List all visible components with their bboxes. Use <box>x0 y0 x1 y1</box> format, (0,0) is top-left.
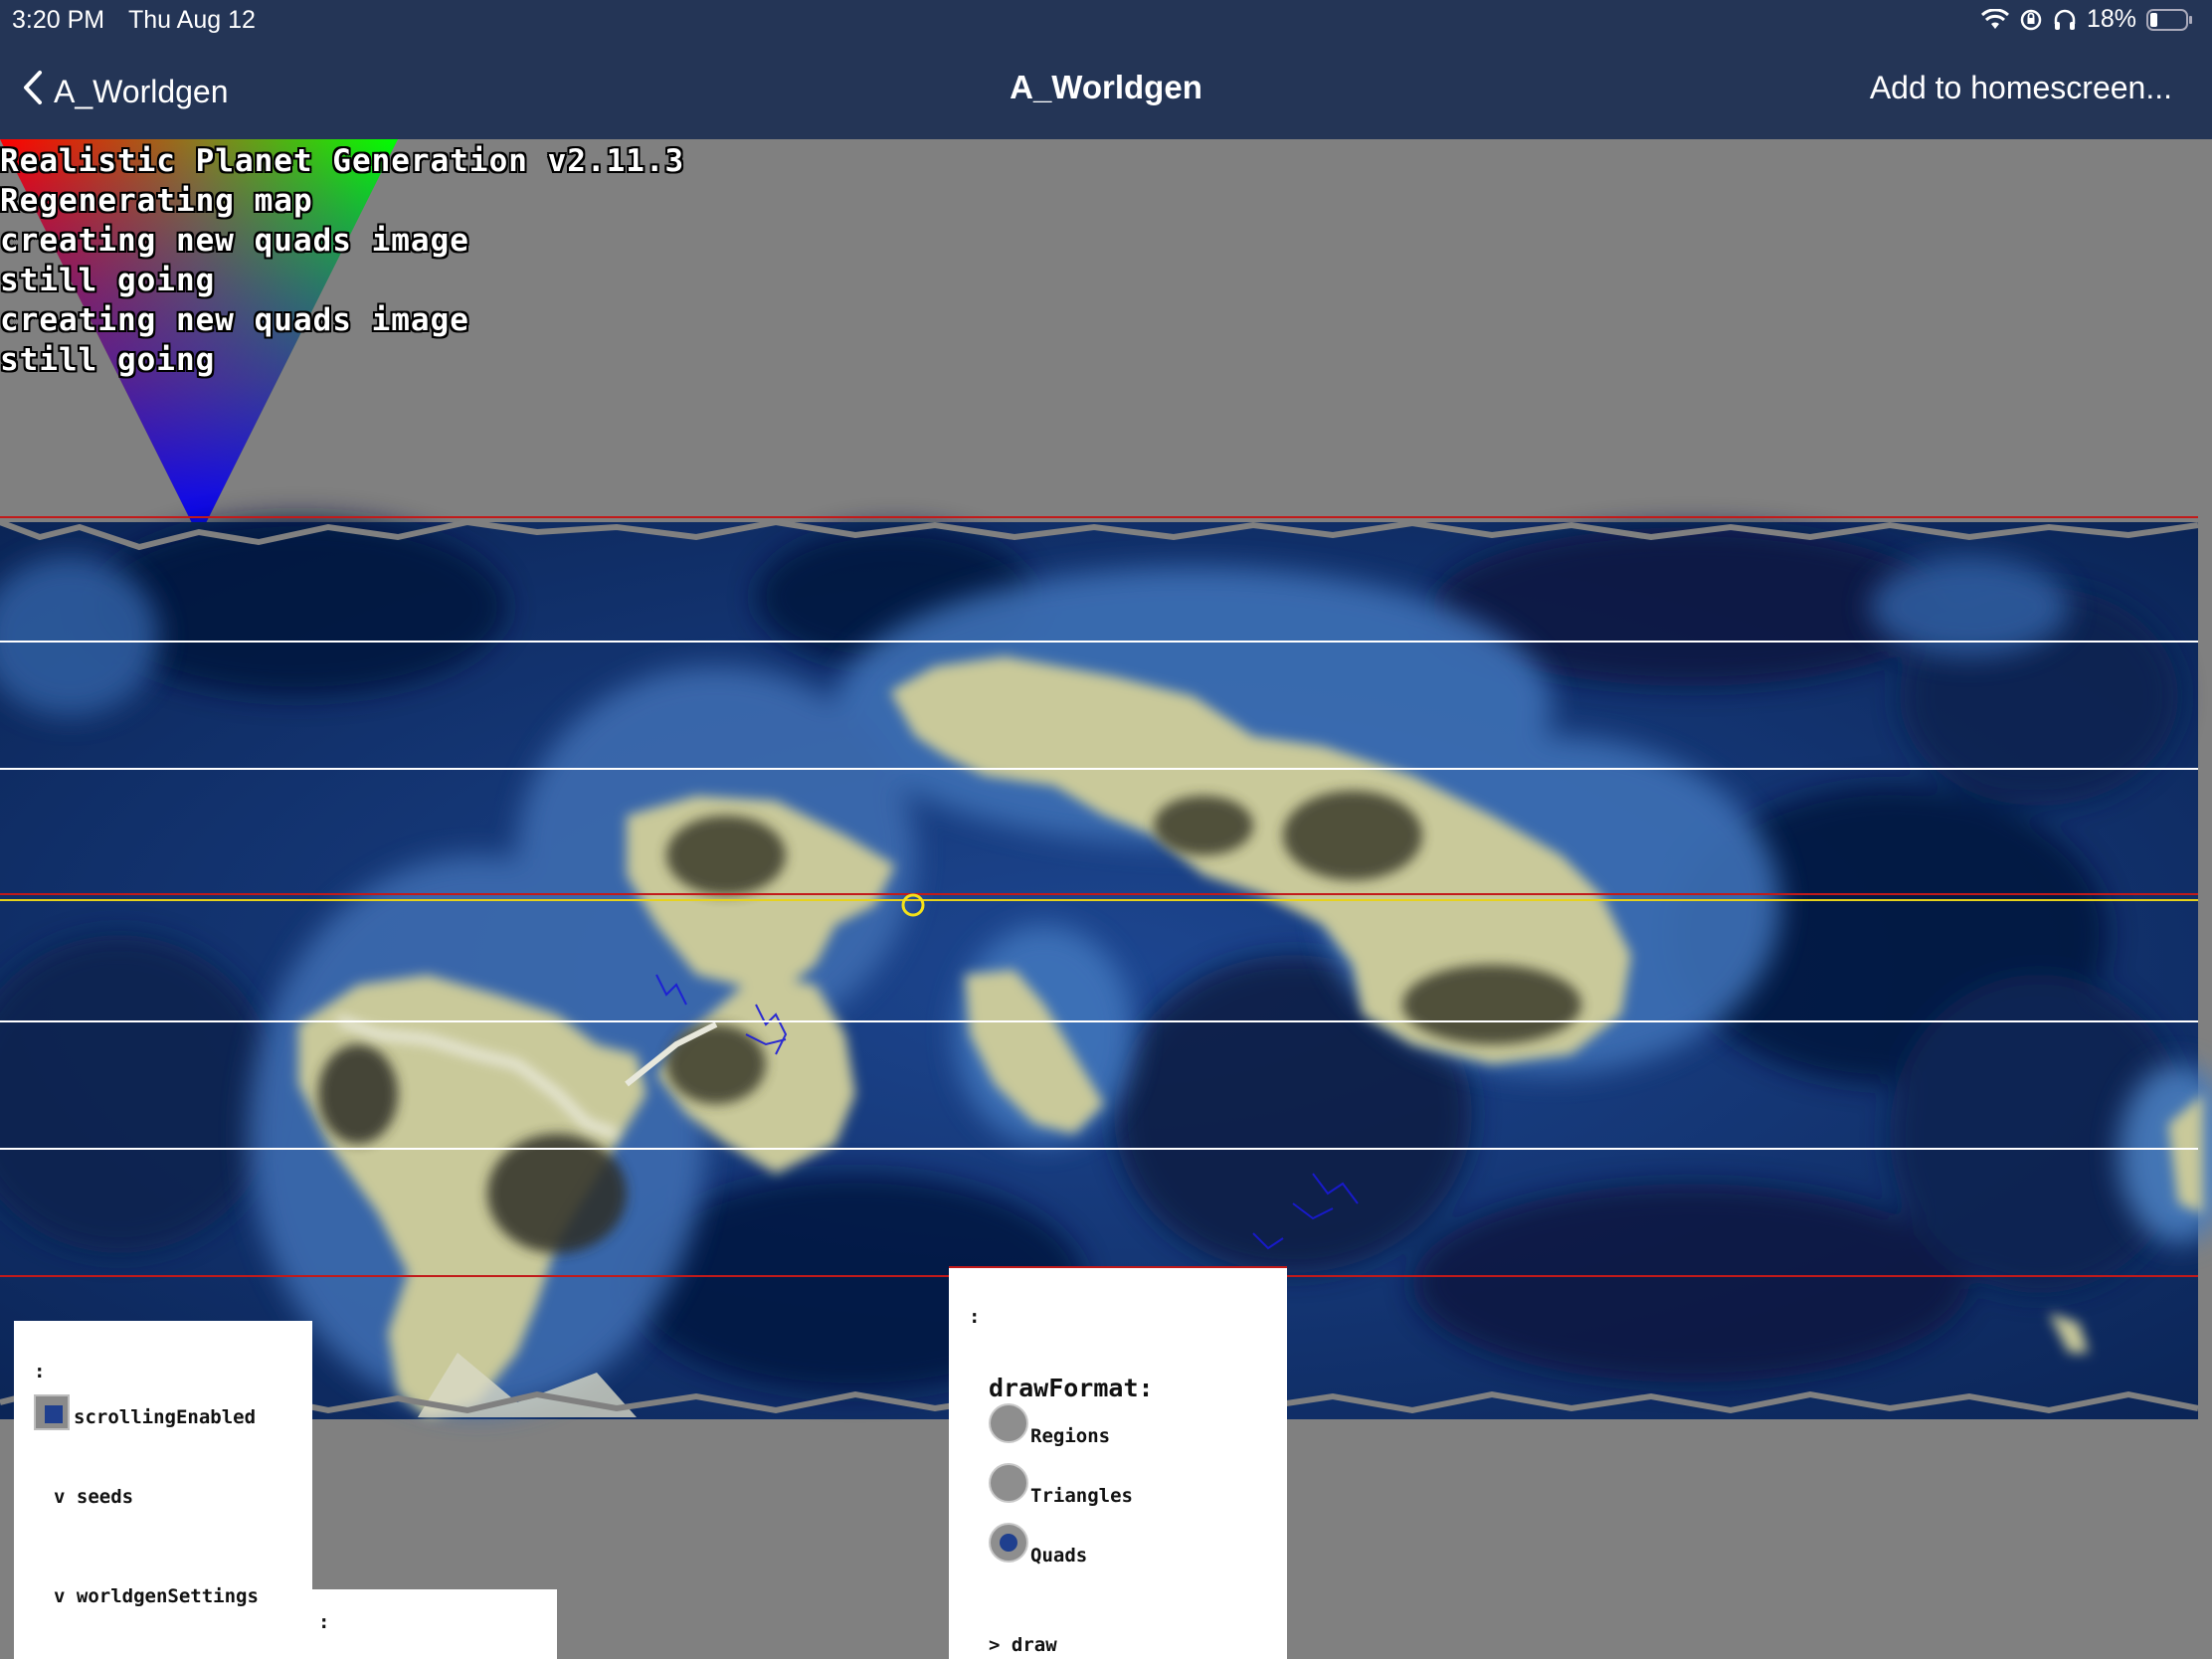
settings-panel: : scrollingEnabled v seeds v worldgenSet… <box>14 1321 312 1659</box>
draw-format-title: drawFormat: <box>989 1374 1154 1402</box>
radio-quads[interactable] <box>989 1523 1028 1563</box>
sub-panel: : <box>312 1589 557 1659</box>
radio-regions[interactable] <box>989 1403 1028 1443</box>
radio-regions-label: Regions <box>1030 1425 1111 1447</box>
wifi-icon <box>1980 8 2009 31</box>
battery-percent: 18% <box>2086 5 2136 33</box>
navigation-bar: A_Worldgen A_Worldgen Add to homescreen.… <box>0 40 2212 139</box>
log-line: still going <box>0 263 216 298</box>
scrolling-enabled-label: scrollingEnabled <box>74 1406 257 1428</box>
draw-panel-handle[interactable]: : <box>969 1306 980 1328</box>
log-line: creating new quads image <box>0 302 469 338</box>
draw-toggle[interactable]: > draw <box>989 1634 1057 1656</box>
sub-panel-handle[interactable]: : <box>318 1611 329 1633</box>
scrolling-enabled-checkbox[interactable] <box>34 1394 70 1430</box>
log-line: Regenerating map <box>0 183 313 219</box>
radio-triangles[interactable] <box>989 1463 1028 1503</box>
status-time: 3:20 PM <box>12 6 105 34</box>
log-line: creating new quads image <box>0 223 469 259</box>
world-canvas[interactable]: Realistic Planet Generation v2.11.3 Rege… <box>0 139 2212 1659</box>
status-icons: 18% <box>1980 5 2194 34</box>
status-date: Thu Aug 12 <box>128 6 256 34</box>
settings-panel-handle[interactable]: : <box>34 1361 45 1382</box>
status-bar: 3:20 PM Thu Aug 12 18% <box>0 0 2212 40</box>
battery-icon <box>2146 8 2194 32</box>
orientation-lock-icon <box>2019 8 2043 32</box>
headphones-icon <box>2053 8 2077 32</box>
status-log: Realistic Planet Generation v2.11.3 Rege… <box>0 141 684 380</box>
back-button[interactable]: A_Worldgen <box>22 70 229 113</box>
panel-divider <box>949 1266 1287 1268</box>
worldgen-settings-toggle[interactable]: v worldgenSettings <box>54 1585 259 1607</box>
radio-quads-label: Quads <box>1030 1545 1088 1567</box>
back-label: A_Worldgen <box>54 73 229 109</box>
log-line: still going <box>0 342 216 378</box>
add-to-homescreen-button[interactable]: Add to homescreen... <box>1870 70 2172 106</box>
seeds-toggle[interactable]: v seeds <box>54 1486 133 1508</box>
draw-panel: : drawFormat: Regions Triangles Quads > … <box>949 1266 1287 1659</box>
log-line-title: Realistic Planet Generation v2.11.3 <box>0 143 685 179</box>
chevron-left-icon <box>22 70 44 113</box>
radio-triangles-label: Triangles <box>1030 1485 1133 1507</box>
